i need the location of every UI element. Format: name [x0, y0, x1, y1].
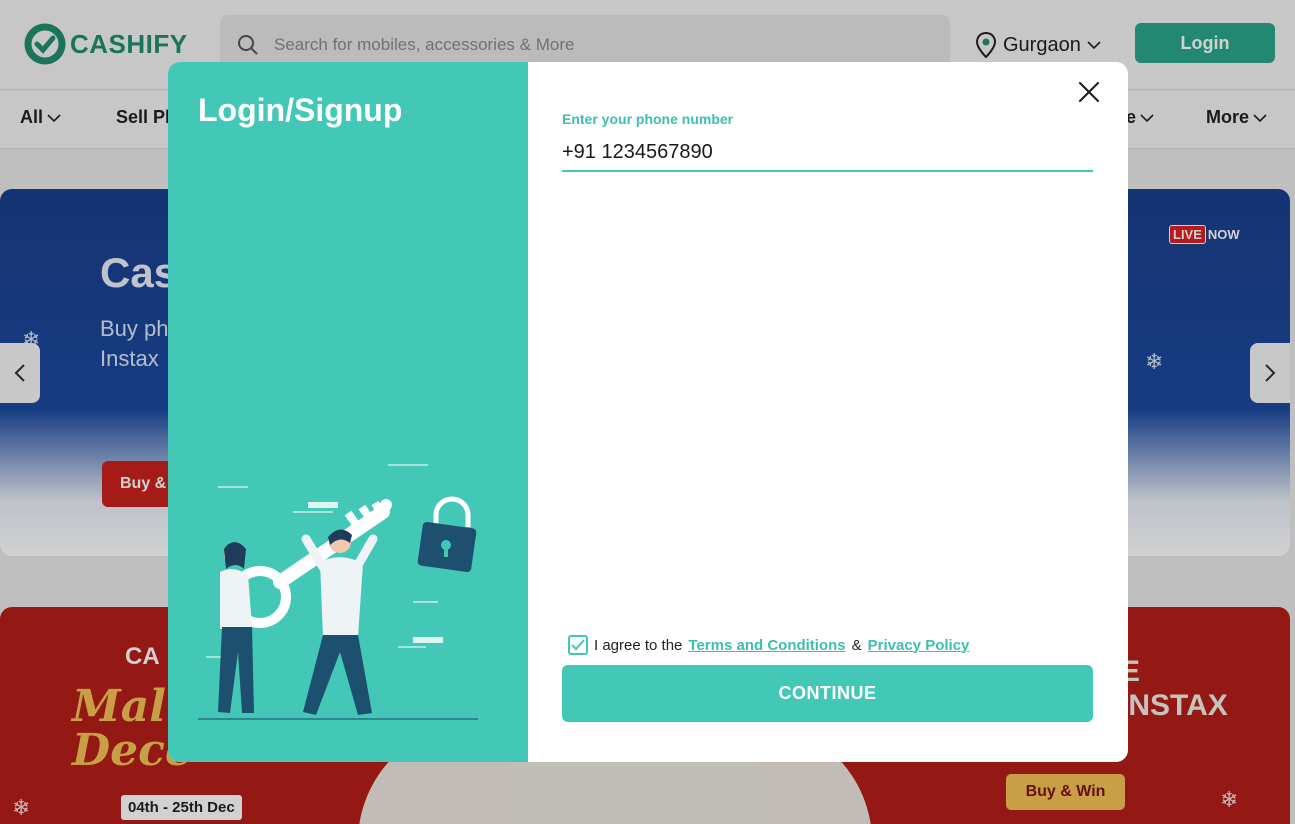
modal-right-panel: Enter your phone number I agree to the T… [528, 62, 1128, 762]
phone-number-input[interactable] [562, 134, 1093, 172]
login-modal: Login/Signup Enter your phone number +91… [168, 62, 1128, 762]
modal-title: Login/Signup [198, 92, 403, 128]
continue-button[interactable]: CONTINUE [562, 665, 1093, 722]
key-and-lock-illustration [198, 464, 478, 720]
terms-checkbox[interactable] [568, 635, 588, 655]
agree-text: I agree to the [594, 636, 683, 654]
close-icon [1078, 81, 1100, 103]
checkmark-icon [571, 639, 585, 651]
terms-agreement-row: I agree to the Terms and Conditions & Pr… [568, 635, 969, 655]
phone-field-label: Enter your phone number [562, 111, 734, 127]
modal-left-panel: Login/Signup [168, 62, 528, 762]
ampersand-text: & [851, 636, 862, 654]
close-modal-button[interactable] [1076, 80, 1102, 106]
privacy-policy-link[interactable]: Privacy Policy [868, 637, 970, 654]
terms-link[interactable]: Terms and Conditions [688, 637, 845, 654]
